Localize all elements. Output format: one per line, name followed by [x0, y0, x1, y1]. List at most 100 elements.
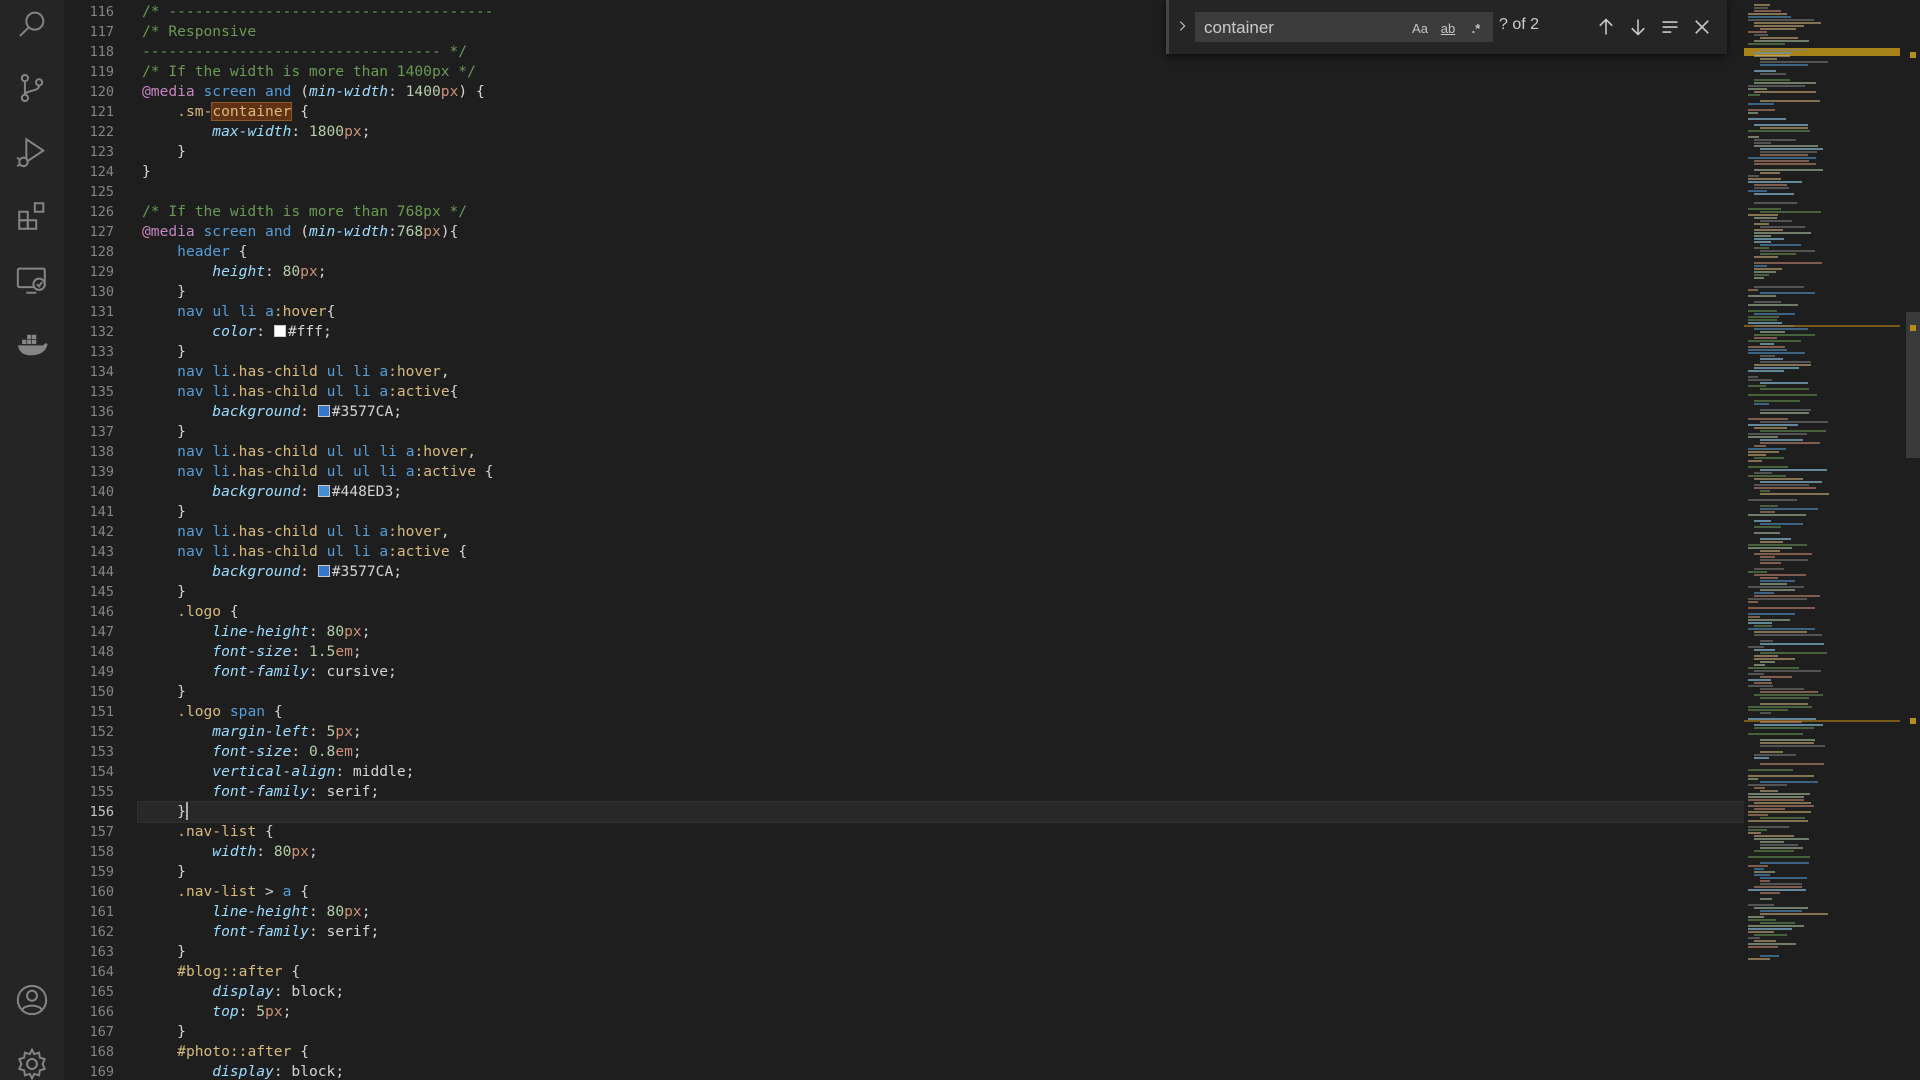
- color-swatch[interactable]: [273, 325, 286, 337]
- find-input[interactable]: [1202, 15, 1396, 41]
- line-number: 167: [89, 1024, 114, 1040]
- minimap-line: [1760, 652, 1827, 654]
- text-cursor: [185, 802, 188, 820]
- code-line[interactable]: [142, 182, 1744, 202]
- minimap-line: [1760, 220, 1792, 222]
- line-number-gutter[interactable]: 116 117 118 119 120 121 122 123 124 125 126 127 128 1…: [64, 2, 114, 1080]
- code-line[interactable]: nav li.has-child ul li a:active {: [142, 542, 1744, 562]
- minimap-line: [1754, 325, 1794, 327]
- code-line[interactable]: nav li.has-child ul ul li a:active {: [142, 462, 1744, 482]
- remote-explorer-icon[interactable]: [12, 260, 52, 300]
- code-line[interactable]: line-height: 80px;: [142, 622, 1744, 642]
- search-icon[interactable]: [12, 4, 52, 44]
- line-number: 120: [89, 84, 114, 100]
- code-line[interactable]: /* If the width is more than 768px */: [142, 202, 1744, 222]
- code-line[interactable]: /* If the width is more than 1400px */: [142, 62, 1744, 82]
- code-line[interactable]: @media screen and (min-width: 1400px) {: [142, 82, 1744, 102]
- color-swatch[interactable]: [317, 405, 330, 417]
- minimap-line: [1760, 922, 1795, 924]
- minimap-line: [1754, 670, 1821, 672]
- minimap[interactable]: [1744, 0, 1904, 1080]
- line-number: 148: [89, 644, 114, 660]
- code-line[interactable]: .logo span {: [142, 702, 1744, 722]
- code-line[interactable]: #blog::after {: [142, 962, 1744, 982]
- code-line[interactable]: .logo {: [142, 602, 1744, 622]
- find-in-selection-icon[interactable]: [1657, 14, 1683, 40]
- minimap-line: [1748, 208, 1781, 210]
- code-line[interactable]: .sm-container {: [142, 102, 1744, 122]
- code-editor[interactable]: 116 117 118 119 120 121 122 123 124 125 126 127 128 1…: [64, 0, 1745, 1080]
- minimap-line: [1760, 388, 1809, 390]
- code-line[interactable]: header {: [142, 242, 1744, 262]
- match-case-toggle[interactable]: Aa: [1408, 17, 1432, 39]
- color-swatch[interactable]: [317, 485, 330, 497]
- code-line[interactable]: }: [142, 582, 1744, 602]
- code-line[interactable]: .nav-list > a {: [142, 882, 1744, 902]
- code-line[interactable]: nav li.has-child ul li a:hover,: [142, 362, 1744, 382]
- docker-icon[interactable]: [12, 324, 52, 364]
- code-line[interactable]: line-height: 80px;: [142, 902, 1744, 922]
- code-line[interactable]: top: 5px;: [142, 1002, 1744, 1022]
- code-line[interactable]: }: [142, 162, 1744, 182]
- code-line[interactable]: nav li.has-child ul ul li a:hover,: [142, 442, 1744, 462]
- code-line[interactable]: }: [142, 502, 1744, 522]
- code-line[interactable]: display: block;: [142, 1062, 1744, 1080]
- extensions-icon[interactable]: [12, 196, 52, 236]
- code-line[interactable]: nav li.has-child ul li a:active{: [142, 382, 1744, 402]
- color-swatch[interactable]: [317, 565, 330, 577]
- run-debug-icon[interactable]: [12, 132, 52, 172]
- source-control-icon[interactable]: [12, 68, 52, 108]
- code-line[interactable]: background: #3577CA;: [142, 562, 1744, 582]
- code-line[interactable]: }: [142, 342, 1744, 362]
- code-line[interactable]: color: #fff;: [142, 322, 1744, 342]
- code-line-current[interactable]: }: [137, 801, 1745, 823]
- code-line[interactable]: }: [142, 422, 1744, 442]
- code-line[interactable]: }: [142, 862, 1744, 882]
- chevron-right-icon[interactable]: [1173, 14, 1191, 38]
- account-icon[interactable]: [12, 980, 52, 1020]
- code-line[interactable]: }: [142, 1022, 1744, 1042]
- code-line[interactable]: display: block;: [142, 982, 1744, 1002]
- minimap-line: [1754, 532, 1780, 534]
- minimap-line: [1760, 745, 1825, 747]
- code-line[interactable]: font-size: 0.8em;: [142, 742, 1744, 762]
- minimap-line: [1754, 268, 1782, 270]
- code-line[interactable]: height: 80px;: [142, 262, 1744, 282]
- regex-toggle[interactable]: .*: [1464, 17, 1488, 39]
- line-number: 137: [89, 424, 114, 440]
- code-line[interactable]: font-family: serif;: [142, 782, 1744, 802]
- arrow-up-icon[interactable]: [1593, 14, 1619, 40]
- code-line[interactable]: }: [142, 282, 1744, 302]
- arrow-down-icon[interactable]: [1625, 14, 1651, 40]
- code-line[interactable]: width: 80px;: [142, 842, 1744, 862]
- code-line[interactable]: font-size: 1.5em;: [142, 642, 1744, 662]
- minimap-line: [1760, 742, 1814, 744]
- code-line[interactable]: margin-left: 5px;: [142, 722, 1744, 742]
- code-line[interactable]: background: #448ED3;: [142, 482, 1744, 502]
- scrollbar-thumb[interactable]: [1906, 312, 1920, 458]
- minimap-line: [1748, 547, 1792, 549]
- code-line[interactable]: }: [142, 942, 1744, 962]
- code-line[interactable]: #photo::after {: [142, 1042, 1744, 1062]
- minimap-line: [1760, 892, 1780, 894]
- settings-gear-icon[interactable]: [12, 1044, 52, 1080]
- close-icon[interactable]: [1689, 14, 1715, 40]
- code-line[interactable]: nav li.has-child ul li a:hover,: [142, 522, 1744, 542]
- code-line[interactable]: background: #3577CA;: [142, 402, 1744, 422]
- code-line[interactable]: @media screen and (min-width:768px){: [142, 222, 1744, 242]
- whole-word-toggle[interactable]: ab: [1436, 17, 1460, 39]
- code-line[interactable]: }: [142, 142, 1744, 162]
- minimap-line: [1754, 850, 1794, 852]
- code-line[interactable]: font-family: cursive;: [142, 662, 1744, 682]
- code-line[interactable]: vertical-align: middle;: [142, 762, 1744, 782]
- code-content[interactable]: /* -------------------------------------…: [137, 2, 1745, 1080]
- minimap-line: [1748, 181, 1802, 183]
- code-line[interactable]: }: [142, 682, 1744, 702]
- code-line[interactable]: font-family: serif;: [142, 922, 1744, 942]
- code-line[interactable]: max-width: 1800px;: [142, 122, 1744, 142]
- vertical-scrollbar[interactable]: [1904, 0, 1920, 1080]
- minimap-line: [1754, 22, 1821, 24]
- line-number: 158: [89, 844, 114, 860]
- code-line[interactable]: .nav-list {: [142, 822, 1744, 842]
- code-line[interactable]: nav ul li a:hover{: [142, 302, 1744, 322]
